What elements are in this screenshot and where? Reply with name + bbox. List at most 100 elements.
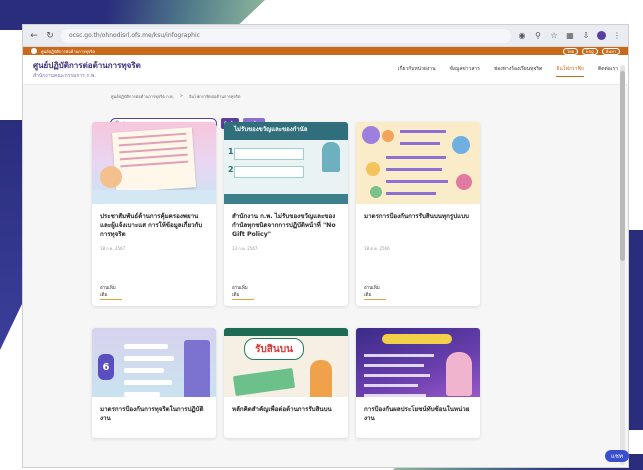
thumb-line (119, 146, 188, 154)
breadcrumb: ศูนย์ปฏิบัติการต่อต้านการทุจริต ก.พ. > อ… (23, 85, 628, 100)
thumb-bubble (456, 174, 472, 190)
menu-kebab-icon[interactable]: ⋮ (612, 31, 622, 40)
card-body: ประชาสัมพันธ์ด้านการคุ้มครองพยานและผู้แจ… (92, 204, 216, 306)
thumb-line (124, 356, 174, 361)
strip-search-button[interactable]: ค้นหา (601, 47, 620, 55)
card-title[interactable]: หลักคิดสำคัญเพื่อต่อต้านการรับสินบน (232, 405, 340, 432)
card-title[interactable]: มาตรการป้องกันการทุจริตในการปฏิบัติงาน (100, 405, 208, 432)
thumb-line (118, 139, 187, 147)
site-brand[interactable]: ศูนย์ปฏิบัติการต่อต้านการทุจริต สำนักงาน… (33, 59, 141, 80)
card-thumbnail[interactable] (356, 328, 480, 397)
card-title[interactable]: ประชาสัมพันธ์ด้านการคุ้มครองพยานและผู้แจ… (100, 212, 208, 239)
thumb-line (364, 364, 424, 367)
thumb-line (119, 153, 188, 161)
main-menu: เกี่ยวกับหน่วยงาน ข้อมูลข่าวสาร ช่องทางร… (398, 62, 618, 77)
star-icon[interactable]: ☆ (549, 31, 559, 40)
thumb-banner (382, 334, 452, 344)
thumb-number: 2 (228, 165, 234, 174)
thumb-line (120, 160, 189, 168)
infographic-card[interactable]: รับสินบน หลักคิดสำคัญเพื่อต่อต้านการรับส… (224, 328, 348, 438)
decor-banner-right (629, 230, 643, 430)
lang-th-button[interactable]: ไทย (563, 47, 579, 55)
card-date: 18 ต.ค. 2566 (364, 246, 390, 251)
card-body: มาตรการป้องกันการรับสินบนทุกรูปแบบ 18 ต.… (356, 204, 480, 306)
thumb-box (234, 166, 304, 178)
extensions-icon[interactable]: ▦ (565, 31, 575, 40)
profile-avatar-icon[interactable] (597, 31, 606, 40)
card-thumbnail[interactable]: ไม่รับของขวัญและของกำนัล 1 2 (224, 122, 348, 204)
thumb-bubble (370, 186, 382, 198)
menu-item-complaint[interactable]: ช่องทางร้องเรียนทุจริต (494, 62, 542, 77)
breadcrumb-separator: > (179, 93, 184, 98)
thumb-footer (224, 194, 348, 204)
read-more-link[interactable]: อ่านเพิ่มเติม (364, 284, 386, 300)
menu-item-news[interactable]: ข้อมูลข่าวสาร (450, 62, 480, 77)
download-icon[interactable]: ⇩ (581, 31, 591, 40)
thumb-badge: รับสินบน (244, 338, 304, 360)
thumb-line (386, 156, 446, 159)
thumb-line (386, 192, 436, 195)
thumb-bubble (452, 136, 470, 154)
card-title[interactable]: การป้องกันผลประโยชน์ทับซ้อนในหน่วยงาน (364, 405, 472, 432)
infographic-card[interactable]: มาตรการป้องกันการรับสินบนทุกรูปแบบ 18 ต.… (356, 122, 480, 306)
page-scrollbar[interactable] (620, 65, 625, 465)
thumb-line (124, 392, 160, 397)
site-top-strip: ศูนย์ปฏิบัติการต่อต้านการทุจริต ไทย Eng … (23, 47, 628, 55)
thumb-line (124, 380, 172, 385)
thumb-figure (322, 142, 340, 172)
scrollbar-thumb[interactable] (620, 71, 625, 261)
thumb-bubble (382, 130, 394, 142)
address-bar[interactable]: ocsc.go.th/ohnodisrl.ofs.me/ksu/infograp… (61, 28, 511, 43)
menu-item-contact[interactable]: ติดต่อเรา (598, 62, 618, 77)
infographic-card[interactable]: ไม่รับของขวัญและของกำนัล 1 2 สำนักงาน ก.… (224, 122, 348, 306)
thumb-line (364, 394, 426, 397)
thumb-person (446, 352, 472, 396)
card-body: มาตรการป้องกันการทุจริตในการปฏิบัติงาน (92, 397, 216, 438)
chat-button[interactable]: แชท (605, 450, 629, 462)
card-thumbnail[interactable]: รับสินบน (224, 328, 348, 397)
card-title[interactable]: มาตรการป้องกันการรับสินบนทุกรูปแบบ (364, 212, 472, 239)
thumb-line (118, 132, 187, 140)
thumb-line (124, 344, 168, 349)
thumb-bubble (362, 126, 380, 144)
thumb-number: 1 (228, 147, 234, 156)
card-date: 13 ก.ค. 2567 (232, 246, 258, 251)
infographic-card[interactable]: 6 มาตรการป้องกันการทุจริตในการปฏิบัติงาน (92, 328, 216, 438)
infographic-grid: ประชาสัมพันธ์ด้านการคุ้มครองพยานและผู้แจ… (92, 122, 480, 438)
menu-item-about[interactable]: เกี่ยวกับหน่วยงาน (398, 62, 436, 77)
infographic-card[interactable]: ประชาสัมพันธ์ด้านการคุ้มครองพยานและผู้แจ… (92, 122, 216, 306)
decor-banner-left (0, 120, 22, 350)
card-title[interactable]: สำนักงาน ก.พ. ไม่รับของขวัญและของกำนัลทุ… (232, 212, 340, 239)
thumb-line (124, 368, 164, 373)
read-more-link[interactable]: อ่านเพิ่มเติม (100, 284, 122, 300)
zoom-icon[interactable]: ⚲ (533, 31, 543, 40)
breadcrumb-current: อินโฟกราฟิกต่อต้านการทุจริต (189, 94, 241, 99)
card-body: สำนักงาน ก.พ. ไม่รับของขวัญและของกำนัลทุ… (224, 204, 348, 306)
menu-item-infographic[interactable]: อินโฟกราฟิก (556, 62, 585, 77)
thumb-paper (112, 127, 196, 193)
browser-toolbar: ← ↻ ocsc.go.th/ohnodisrl.ofs.me/ksu/info… (23, 25, 628, 47)
card-thumbnail[interactable]: 6 (92, 328, 216, 397)
card-thumbnail[interactable] (356, 122, 480, 204)
thumb-stripe (224, 328, 348, 336)
lang-en-button[interactable]: Eng (582, 47, 598, 55)
read-more-link[interactable]: อ่านเพิ่มเติม (232, 284, 254, 300)
money-icon (232, 367, 296, 397)
breadcrumb-home[interactable]: ศูนย์ปฏิบัติการต่อต้านการทุจริต ก.พ. (111, 93, 174, 100)
translate-icon[interactable]: ◉ (517, 31, 527, 40)
site-header: ศูนย์ปฏิบัติการต่อต้านการทุจริต สำนักงาน… (23, 55, 628, 85)
card-thumbnail[interactable] (92, 122, 216, 204)
thumb-line (364, 354, 434, 357)
site-logo-small (31, 48, 37, 54)
thumb-heading: ไม่รับของขวัญและของกำนัล (234, 126, 308, 133)
back-icon[interactable]: ← (29, 31, 39, 41)
reload-icon[interactable]: ↻ (45, 31, 55, 41)
card-body: หลักคิดสำคัญเพื่อต่อต้านการรับสินบน (224, 397, 348, 438)
thumb-line (400, 130, 446, 133)
infographic-card[interactable]: การป้องกันผลประโยชน์ทับซ้อนในหน่วยงาน (356, 328, 480, 438)
thumb-line (386, 180, 448, 183)
thumb-line (364, 374, 430, 377)
thumb-number-badge: 6 (98, 354, 114, 380)
card-body: การป้องกันผลประโยชน์ทับซ้อนในหน่วยงาน (356, 397, 480, 438)
thumb-box (234, 148, 304, 160)
